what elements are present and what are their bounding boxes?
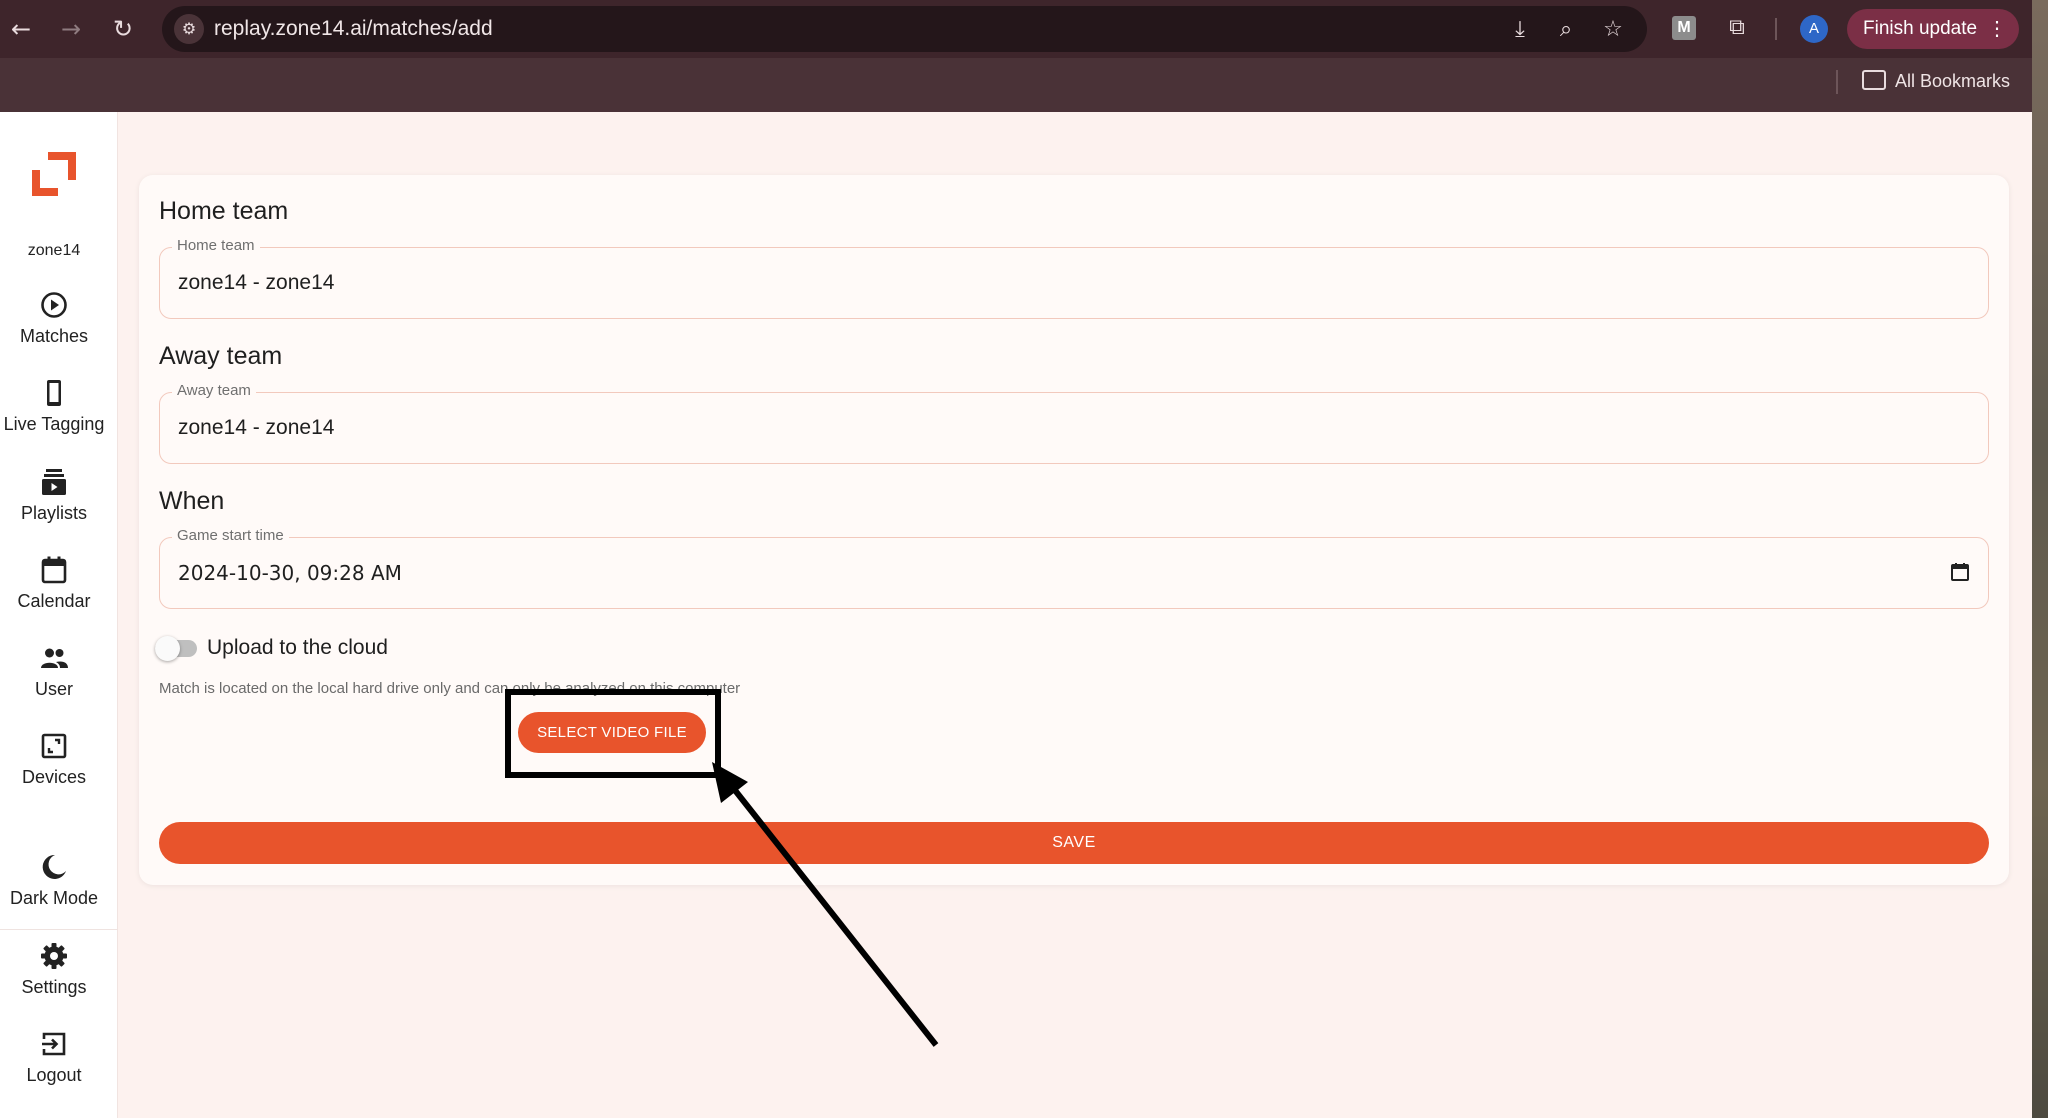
away-team-field[interactable]: Away team zone14 - zone14	[159, 382, 1989, 464]
finish-update-button[interactable]: Finish update ⋮	[1847, 9, 2019, 49]
gear-icon	[41, 943, 67, 969]
sidebar-item-settings[interactable]: Settings	[0, 941, 108, 1021]
app-page: zone14 Matches Live Tagging Playlists Ca…	[0, 112, 2032, 1118]
sidebar-item-devices[interactable]: Devices	[0, 731, 108, 811]
game-start-time-label: Game start time	[172, 527, 289, 544]
save-button[interactable]: SAVE	[159, 822, 1989, 864]
sidebar-item-label: Settings	[21, 977, 87, 997]
folder-icon[interactable]	[1862, 70, 1886, 90]
all-bookmarks-link[interactable]: All Bookmarks	[1895, 71, 2010, 92]
address-bar[interactable]: ⚙ replay.zone14.ai/matches/add ⤓ ⌕ ☆	[162, 6, 1647, 52]
home-team-value[interactable]: zone14 - zone14	[178, 271, 334, 295]
sidebar-divider	[0, 929, 118, 930]
game-start-time-field[interactable]: Game start time 2024-10-30, 09:28 AM	[159, 527, 1989, 609]
kebab-icon[interactable]: ⋮	[1987, 9, 2007, 49]
sidebar-item-label: User	[34, 679, 73, 699]
browser-window: ← → ↻ ⚙ replay.zone14.ai/matches/add ⤓ ⌕…	[0, 0, 2032, 1118]
add-match-form: Home team Home team zone14 - zone14 Away…	[139, 175, 2009, 885]
away-team-heading: Away team	[159, 342, 283, 370]
sidebar-item-user[interactable]: User	[0, 643, 108, 723]
sidebar-item-live-tagging[interactable]: Live Tagging	[0, 378, 108, 458]
away-team-label: Away team	[172, 382, 256, 399]
brand-name: zone14	[27, 242, 81, 259]
url-text[interactable]: replay.zone14.ai/matches/add	[214, 17, 493, 41]
sidebar-item-playlists[interactable]: Playlists	[0, 467, 108, 547]
game-start-time-value[interactable]: 2024-10-30, 09:28 AM	[178, 561, 402, 585]
back-icon[interactable]: ←	[6, 14, 36, 44]
browser-toolbar: ← → ↻ ⚙ replay.zone14.ai/matches/add ⤓ ⌕…	[0, 0, 2032, 58]
home-team-label: Home team	[172, 237, 260, 254]
home-team-field[interactable]: Home team zone14 - zone14	[159, 237, 1989, 319]
toggle-knob	[155, 636, 180, 661]
install-icon[interactable]: ⤓	[1506, 16, 1534, 44]
away-team-value[interactable]: zone14 - zone14	[178, 416, 334, 440]
logout-icon	[42, 1032, 66, 1056]
extension-m-icon[interactable]: M	[1672, 16, 1696, 40]
phone-icon	[47, 380, 61, 406]
bookmarks-bar	[0, 58, 2032, 112]
sidebar-item-label: Playlists	[20, 503, 87, 523]
sidebar-item-label: Calendar	[17, 591, 91, 611]
playlist-icon	[42, 469, 66, 495]
sidebar-item-label: Dark Mode	[9, 888, 99, 908]
calendar-picker-icon[interactable]	[1950, 562, 1970, 582]
upload-cloud-label[interactable]: Upload to the cloud	[207, 636, 388, 660]
reload-icon[interactable]: ↻	[108, 14, 138, 44]
sidebar-item-logout[interactable]: Logout	[0, 1029, 108, 1109]
sidebar-item-calendar[interactable]: Calendar	[0, 555, 108, 635]
sidebar: zone14 Matches Live Tagging Playlists Ca…	[0, 112, 118, 1118]
star-icon[interactable]: ☆	[1599, 16, 1627, 44]
home-team-heading: Home team	[159, 197, 289, 225]
moon-icon	[42, 854, 66, 879]
toolbar-divider	[1775, 18, 1777, 40]
sidebar-item-label: Matches	[19, 326, 89, 346]
sidebar-item-dark-mode[interactable]: Dark Mode	[0, 852, 108, 932]
profile-avatar[interactable]: A	[1800, 15, 1828, 43]
site-settings-icon[interactable]: ⚙	[174, 14, 204, 44]
sidebar-item-matches[interactable]: Matches	[0, 290, 108, 370]
play-circle-icon	[41, 292, 67, 318]
when-heading: When	[159, 487, 225, 515]
devices-icon	[41, 733, 67, 759]
finish-update-label: Finish update	[1863, 18, 1978, 39]
sidebar-item-label: Live Tagging	[3, 414, 105, 434]
upload-cloud-toggle[interactable]	[155, 636, 197, 661]
desktop-background	[2032, 0, 2048, 1118]
sidebar-item-label: Logout	[26, 1065, 82, 1085]
zone14-logo[interactable]	[30, 150, 78, 198]
annotation-highlight-box	[505, 689, 721, 778]
zoom-icon[interactable]: ⌕	[1552, 16, 1580, 44]
users-icon	[41, 648, 68, 668]
sidebar-item-label: Devices	[21, 767, 87, 787]
calendar-icon	[41, 556, 67, 584]
extensions-icon[interactable]: ⧉	[1722, 13, 1752, 43]
bookmarks-divider	[1836, 70, 1838, 94]
forward-icon[interactable]: →	[56, 14, 86, 44]
